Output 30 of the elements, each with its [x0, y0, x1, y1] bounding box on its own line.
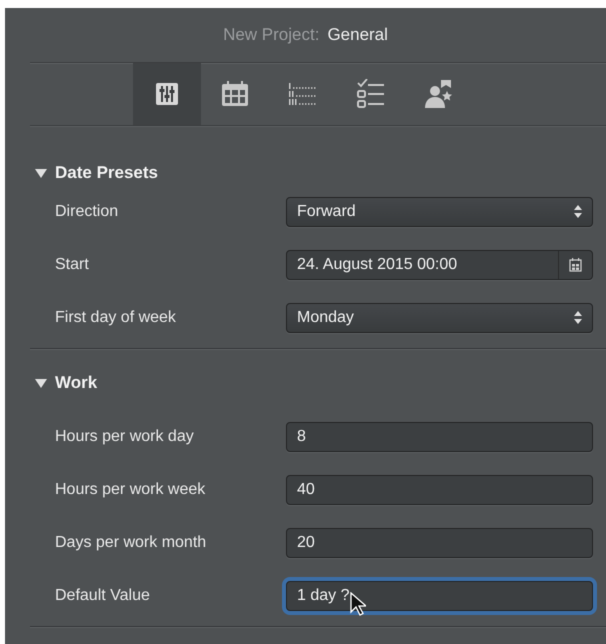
calendar-icon[interactable] [569, 258, 582, 272]
section-title: Work [55, 373, 98, 393]
window-title-prefix: New Project: [223, 25, 320, 45]
field-label: Start [55, 256, 90, 274]
field-label: Default Value [55, 586, 151, 604]
sliders-icon [155, 82, 179, 106]
disclosure-triangle-icon[interactable] [35, 168, 47, 178]
mouse-pointer-icon [350, 592, 366, 616]
input-field[interactable]: 40 [286, 474, 593, 504]
disclosure-triangle-icon[interactable] [35, 378, 47, 388]
date-field[interactable]: 24. August 2015 00:00 [286, 250, 593, 280]
field-label: Direction [55, 202, 120, 220]
up-down-arrows-icon [574, 205, 582, 218]
input-field[interactable]: 20 [286, 528, 593, 558]
window-title: General [327, 25, 388, 45]
checklist-icon [357, 79, 385, 109]
input-field[interactable]: 1 day ? [286, 580, 593, 610]
dropdown[interactable]: Monday [286, 302, 593, 332]
field-label: Hours per work day [55, 428, 195, 446]
input-field[interactable]: 8 [286, 422, 593, 452]
up-down-arrows-icon [574, 311, 582, 324]
field-label: Hours per work week [55, 480, 206, 498]
dropdown[interactable]: Forward [286, 196, 593, 226]
section-title: Date Presets [55, 163, 158, 183]
person-star-icon [425, 79, 453, 109]
outline-list-icon [288, 82, 318, 106]
calendar-icon [221, 81, 249, 107]
field-label: Days per work month [55, 534, 208, 552]
toolbar-tab[interactable] [133, 63, 201, 125]
field-label: First day of week [55, 308, 177, 326]
